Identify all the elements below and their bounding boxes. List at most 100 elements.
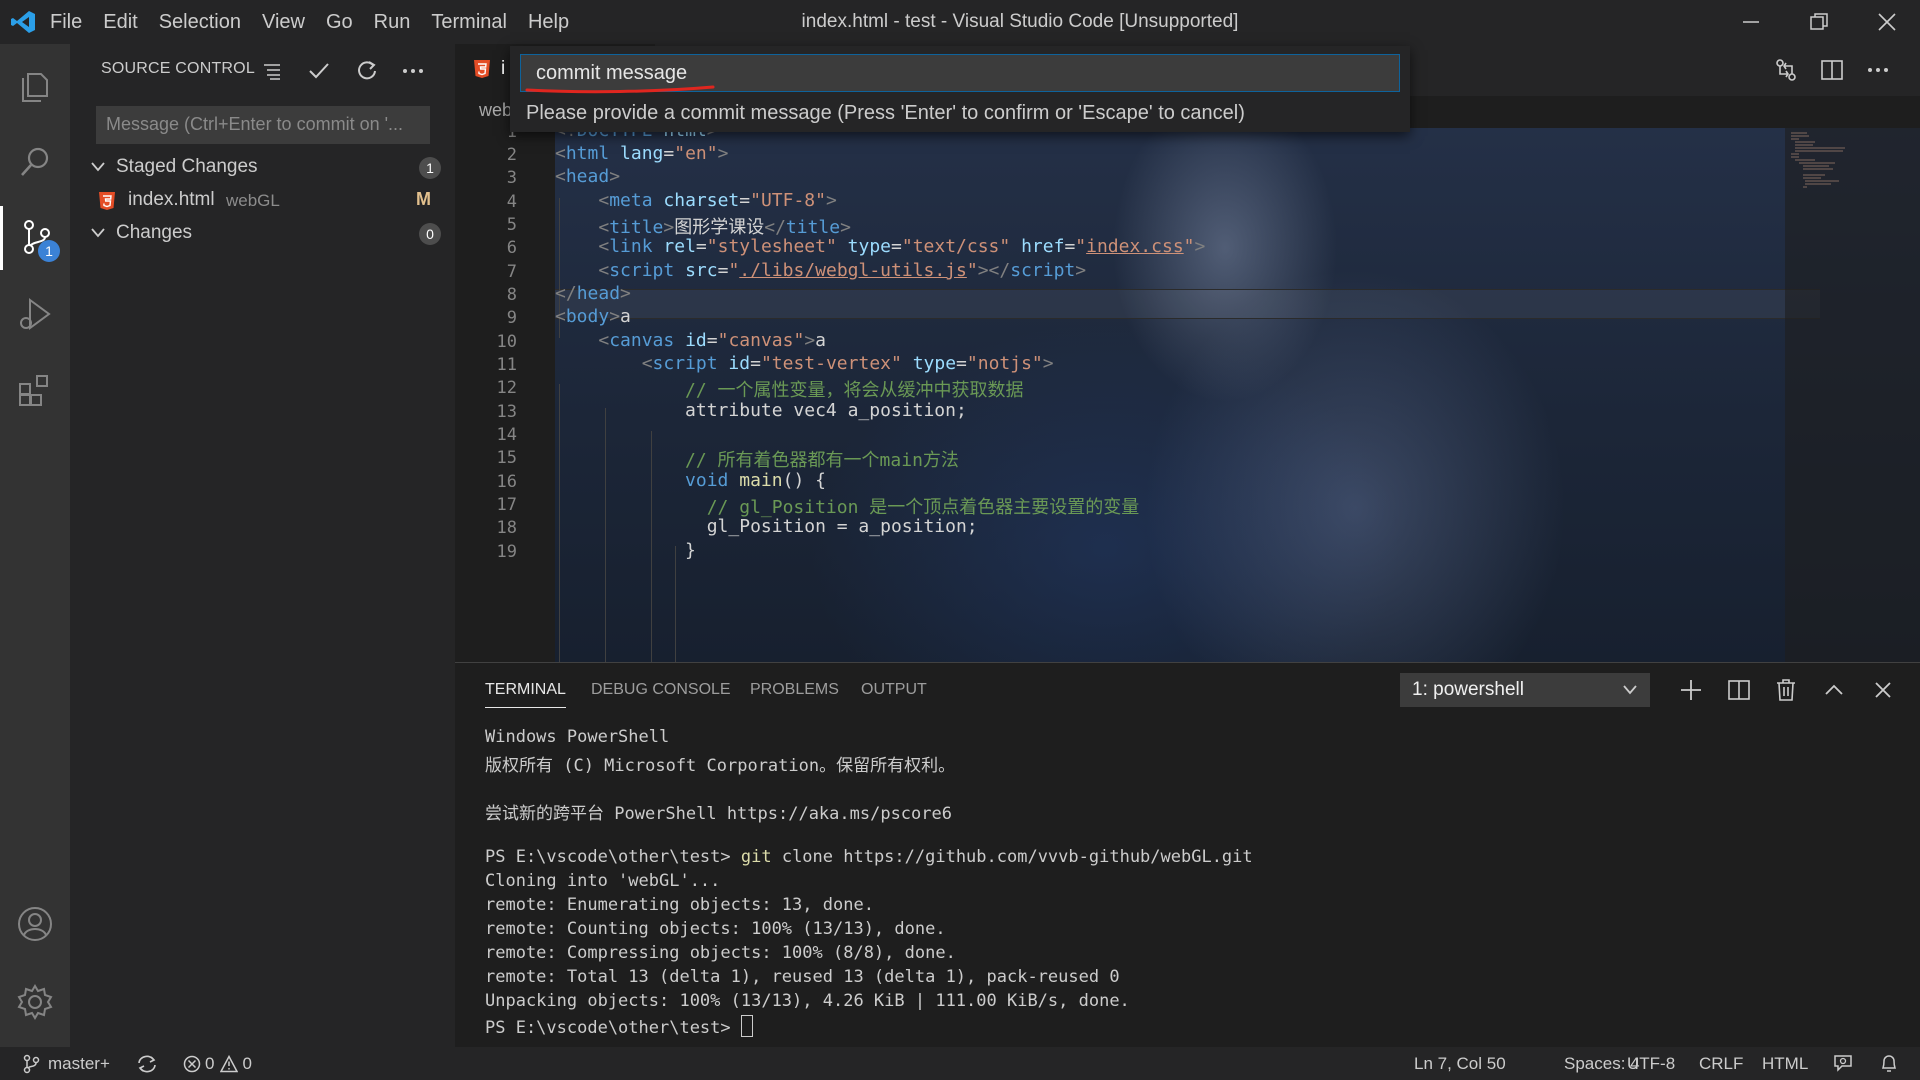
code-view[interactable]: 1 2 3 4 5 6 7 8 9 10 11 12 13 14 15 16 17 18 19 <!DOCTYPE … (455, 128, 1920, 662)
accounts-button[interactable] (0, 892, 70, 956)
notifications-button[interactable] (1880, 1047, 1898, 1080)
ellipsis-icon (403, 69, 423, 73)
search-button[interactable] (0, 130, 70, 194)
view-as-tree-button[interactable] (255, 54, 289, 88)
close-window-button[interactable] (1854, 0, 1920, 44)
terminal-line: Windows PowerShell (485, 727, 670, 747)
menu-file[interactable]: File (50, 11, 82, 34)
menu-view[interactable]: View (262, 11, 305, 34)
code-line-9: <body>a (555, 306, 631, 327)
branch-status[interactable]: master+ (22, 1047, 110, 1080)
feedback-button[interactable] (1833, 1047, 1853, 1080)
staged-file-item[interactable]: index.html webGL M (70, 184, 455, 216)
check-icon (309, 63, 329, 79)
bell-icon (1881, 1054, 1897, 1072)
breadcrumb[interactable]: web (479, 100, 512, 121)
branch-name: master+ (48, 1053, 110, 1073)
extensions-button[interactable] (0, 358, 70, 422)
kill-terminal-button[interactable] (1769, 673, 1803, 707)
terminal-line: remote: Enumerating objects: 13, done. (485, 895, 874, 915)
search-icon (21, 147, 49, 176)
line-number: 17 (496, 495, 517, 515)
restore-button[interactable] (1786, 0, 1852, 44)
menu-go[interactable]: Go (326, 11, 353, 34)
terminal-line: Cloning into 'webGL'... (485, 871, 721, 891)
git-command: git (740, 847, 772, 867)
split-editor-button[interactable] (1815, 53, 1849, 87)
split-terminal-icon (1728, 680, 1750, 700)
git-branch-icon (23, 1054, 40, 1073)
minimap[interactable] (1785, 128, 1920, 662)
minimize-button[interactable] (1718, 0, 1784, 44)
line-number-gutter: 1 2 3 4 5 6 7 8 9 10 11 12 13 14 15 16 17 18 19 (455, 128, 555, 662)
menu-terminal[interactable]: Terminal (431, 11, 507, 34)
account-icon (18, 907, 52, 941)
editor-more-actions-button[interactable] (1861, 53, 1895, 87)
close-icon (1875, 682, 1891, 698)
refresh-button[interactable] (350, 54, 384, 88)
line-number: 14 (496, 425, 517, 445)
maximize-panel-button[interactable] (1817, 673, 1851, 707)
trash-icon (1777, 679, 1795, 701)
eol-status[interactable]: CRLF (1699, 1047, 1743, 1080)
current-line-highlight (555, 289, 1820, 319)
terminal-select-value: 1: powershell (1412, 679, 1524, 700)
menu-selection[interactable]: Selection (159, 11, 241, 34)
encoding-status[interactable]: UTF-8 (1627, 1047, 1675, 1080)
feedback-icon (1834, 1054, 1852, 1072)
error-count: 0 (205, 1053, 215, 1073)
explorer-button[interactable] (0, 54, 70, 118)
source-control-sidebar: SOURCE CONTROL Message (Ctrl+Enter to co… (70, 44, 455, 1047)
split-editor-icon (1821, 60, 1843, 80)
files-icon (22, 73, 48, 102)
terminal-line: Unpacking objects: 100% (13/13), 4.26 Ki… (485, 991, 1130, 1011)
commit-message-placeholder: Message (Ctrl+Enter to commit on '... (106, 114, 404, 134)
sync-button[interactable] (136, 1047, 158, 1080)
chevron-down-icon (1623, 685, 1637, 695)
code-line-10: <canvas id="canvas">a (598, 330, 826, 351)
minimap-preview (1791, 132, 1845, 188)
tab-terminal[interactable]: TERMINAL (485, 681, 566, 708)
manage-button[interactable] (0, 970, 70, 1034)
code-line-19: } (555, 540, 696, 561)
tab-problems[interactable]: PROBLEMS (750, 681, 839, 699)
cursor-position[interactable]: Ln 7, Col 50 (1414, 1047, 1506, 1080)
line-number: 18 (496, 518, 517, 538)
source-control-button[interactable]: 1 (0, 206, 70, 270)
code-line-2: <html lang="en"> (555, 143, 729, 164)
staged-file-folder: webGL (226, 191, 280, 210)
code-line-13: attribute vec4 a_position; (555, 400, 967, 421)
tab-debug-console[interactable]: DEBUG CONSOLE (591, 681, 731, 699)
line-number: 1 (506, 128, 517, 142)
menu-run[interactable]: Run (374, 11, 411, 34)
terminal-prompt: PS E:\vscode\other\test> (485, 1018, 741, 1038)
staged-changes-label: Staged Changes (116, 156, 258, 177)
close-panel-button[interactable] (1866, 673, 1900, 707)
terminal-line: 尝试新的跨平台 PowerShell https://aka.ms/pscore… (485, 804, 952, 824)
warning-icon (220, 1054, 239, 1072)
code-line-16: void main() { (685, 470, 826, 491)
commit-message-input[interactable]: Message (Ctrl+Enter to commit on '... (96, 106, 430, 144)
red-underline-annotation (525, 85, 715, 94)
menu-help[interactable]: Help (528, 11, 569, 34)
tab-output[interactable]: OUTPUT (861, 681, 927, 699)
terminal-line: PS E:\vscode\other\test> (485, 1015, 753, 1038)
html5-file-icon (99, 192, 115, 210)
run-debug-button[interactable] (0, 282, 70, 346)
language-mode[interactable]: HTML (1762, 1047, 1808, 1080)
more-actions-button[interactable] (396, 54, 430, 88)
problems-status[interactable]: 0 0 (183, 1047, 252, 1080)
new-terminal-button[interactable] (1674, 673, 1708, 707)
staged-changes-header[interactable]: Staged Changes 1 (70, 151, 455, 183)
line-number: 12 (496, 378, 517, 398)
terminal-select[interactable]: 1: powershell (1400, 673, 1650, 707)
changes-header[interactable]: Changes 0 (70, 217, 455, 249)
menu-edit[interactable]: Edit (103, 11, 137, 34)
split-terminal-button[interactable] (1722, 673, 1756, 707)
line-number: 7 (506, 262, 517, 282)
commit-button[interactable] (302, 54, 336, 88)
quick-input-widget: commit message Please provide a commit m… (510, 46, 1410, 132)
open-changes-button[interactable] (1769, 53, 1803, 87)
ellipsis-icon (1868, 68, 1888, 72)
bottom-panel: TERMINAL DEBUG CONSOLE PROBLEMS OUTPUT 1… (455, 662, 1920, 1048)
